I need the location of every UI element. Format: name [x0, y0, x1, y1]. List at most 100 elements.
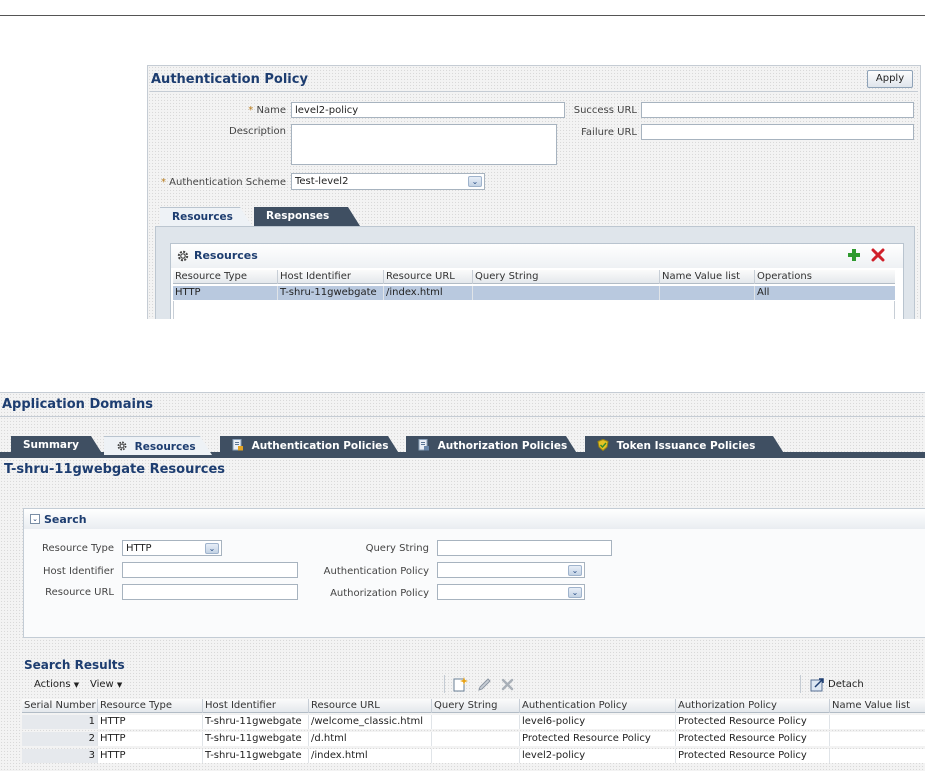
- cell-resource-url: /welcome_classic.html: [309, 715, 432, 729]
- description-textarea[interactable]: [291, 124, 557, 165]
- tab-authorization-policies[interactable]: Authorization Policies: [406, 436, 578, 455]
- resources-box-header: [171, 244, 903, 268]
- auth-scheme-value: Test-level2: [295, 176, 349, 187]
- chevron-down-icon[interactable]: ⌄: [468, 176, 482, 187]
- cell-operations: All: [757, 287, 770, 298]
- chevron-down-icon: ▼: [73, 681, 80, 689]
- view-menu[interactable]: View ▼: [90, 679, 122, 690]
- col-resource-url[interactable]: Resource URL: [384, 270, 473, 284]
- cell-resource-url: /index.html: [384, 286, 473, 300]
- col-authentication-policy[interactable]: Authentication Policy: [520, 699, 676, 713]
- resource-url-label: Resource URL: [45, 587, 114, 598]
- auth-scheme-select[interactable]: Test-level2 ⌄: [291, 173, 485, 190]
- description-label: Description: [229, 126, 286, 137]
- actions-menu-label: Actions: [34, 679, 71, 690]
- section-title: T-shru-11gwebgate Resources: [4, 462, 225, 477]
- required-mark: *: [160, 177, 166, 188]
- grid-empty-area: [173, 301, 895, 319]
- add-icon[interactable]: [847, 248, 861, 262]
- chevron-down-icon[interactable]: ⌄: [205, 543, 219, 554]
- detach-button[interactable]: Detach: [828, 679, 864, 690]
- col-name-value-list[interactable]: Name Value list: [660, 270, 755, 284]
- success-url-label: Success URL: [573, 105, 637, 116]
- new-icon[interactable]: [453, 677, 468, 692]
- app-domains-divider: [0, 416, 925, 417]
- results-grid-header: Serial Number Resource Type Host Identif…: [22, 699, 925, 713]
- search-title: Search: [44, 513, 87, 526]
- host-identifier-input[interactable]: [122, 562, 298, 578]
- name-input[interactable]: level2-policy: [291, 102, 565, 118]
- auth-policy-title: Authentication Policy: [151, 72, 308, 87]
- resource-type-value: HTTP: [126, 543, 152, 554]
- shield-icon: [597, 439, 609, 451]
- tab-resources-main[interactable]: Resources: [104, 436, 212, 455]
- resources-box-title: Resources: [194, 249, 258, 262]
- cell-serial-number: 1: [22, 715, 98, 729]
- delete-icon[interactable]: [871, 248, 885, 262]
- cell-query-string: [473, 286, 660, 300]
- cell-query-string: [432, 749, 520, 763]
- resource-url-input[interactable]: [122, 584, 298, 600]
- authn-policy-label: Authentication Policy: [323, 566, 429, 577]
- host-identifier-label: Host Identifier: [43, 566, 114, 577]
- resource-type-label: Resource Type: [41, 543, 114, 554]
- apply-button[interactable]: Apply: [867, 70, 913, 88]
- cell-host-identifier: T-shru-11gwebgate: [203, 732, 309, 746]
- authz-policy-select[interactable]: ⌄: [437, 584, 585, 600]
- col-authorization-policy[interactable]: Authorization Policy: [676, 699, 830, 713]
- cell-host-identifier: T-shru-11gwebgate: [203, 749, 309, 763]
- col-name-value-list[interactable]: Name Value list: [830, 699, 925, 713]
- tab-authorization-policies-label: Authorization Policies: [437, 440, 568, 452]
- required-mark: *: [248, 105, 254, 116]
- policy-doc-icon: [418, 439, 430, 451]
- tab-token-issuance-policies[interactable]: Token Issuance Policies: [585, 436, 785, 455]
- resource-type-select[interactable]: HTTP ⌄: [122, 540, 222, 556]
- cell-authorization-policy: Protected Resource Policy: [676, 715, 830, 729]
- chevron-down-icon[interactable]: ⌄: [568, 565, 582, 576]
- failure-url-input[interactable]: [641, 124, 914, 140]
- col-query-string[interactable]: Query String: [473, 270, 660, 284]
- detach-icon[interactable]: [810, 677, 825, 692]
- tab-authentication-policies[interactable]: Authentication Policies: [220, 436, 400, 455]
- col-resource-type[interactable]: Resource Type: [173, 270, 278, 284]
- tab-summary[interactable]: Summary: [11, 436, 103, 455]
- col-resource-url[interactable]: Resource URL: [309, 699, 432, 713]
- cell-authorization-policy: Protected Resource Policy: [676, 732, 830, 746]
- col-operations[interactable]: Operations: [755, 270, 895, 284]
- cell-query-string: [432, 715, 520, 729]
- table-row[interactable]: 2 HTTP T-shru-11gwebgate /d.html Protect…: [22, 732, 925, 746]
- toolbar-separator: [800, 675, 801, 693]
- col-serial-number[interactable]: Serial Number: [22, 699, 98, 713]
- gear-icon: [116, 440, 128, 452]
- table-row[interactable]: 1 HTTP T-shru-11gwebgate /welcome_classi…: [22, 715, 925, 729]
- collapse-icon[interactable]: ⌄: [30, 514, 40, 524]
- cell-query-string: [432, 732, 520, 746]
- tab-resources[interactable]: Resources: [160, 207, 252, 226]
- authn-policy-select[interactable]: ⌄: [437, 562, 585, 578]
- cell-serial-number: 2: [22, 732, 98, 746]
- col-host-identifier[interactable]: Host Identifier: [203, 699, 309, 713]
- name-label-text: Name: [256, 105, 286, 116]
- col-host-identifier[interactable]: Host Identifier: [278, 270, 384, 284]
- actions-menu[interactable]: Actions ▼: [34, 679, 79, 690]
- cell-name-value-list: [830, 749, 925, 763]
- name-label: * Name: [200, 105, 286, 116]
- cell-name-value-list: [830, 732, 925, 746]
- col-query-string[interactable]: Query String: [432, 699, 520, 713]
- col-resource-type[interactable]: Resource Type: [98, 699, 203, 713]
- tab-resources-main-label: Resources: [134, 441, 196, 453]
- cell-authentication-policy: level6-policy: [520, 715, 676, 729]
- edit-icon[interactable]: [477, 677, 492, 692]
- policy-doc-icon: [232, 439, 244, 451]
- tab-responses[interactable]: Responses: [254, 207, 360, 226]
- chevron-down-icon[interactable]: ⌄: [568, 587, 582, 598]
- cell-resource-type: HTTP: [173, 286, 278, 300]
- table-row[interactable]: 3 HTTP T-shru-11gwebgate /index.html lev…: [22, 749, 925, 763]
- cell-host-identifier: T-shru-11gwebgate: [203, 715, 309, 729]
- cell-name-value-list: [660, 286, 755, 300]
- table-row[interactable]: HTTP T-shru-11gwebgate /index.html All: [173, 286, 895, 300]
- success-url-input[interactable]: [641, 102, 914, 118]
- query-string-input[interactable]: [437, 540, 612, 556]
- delete-icon[interactable]: [500, 677, 515, 692]
- chevron-down-icon: ▼: [116, 681, 123, 689]
